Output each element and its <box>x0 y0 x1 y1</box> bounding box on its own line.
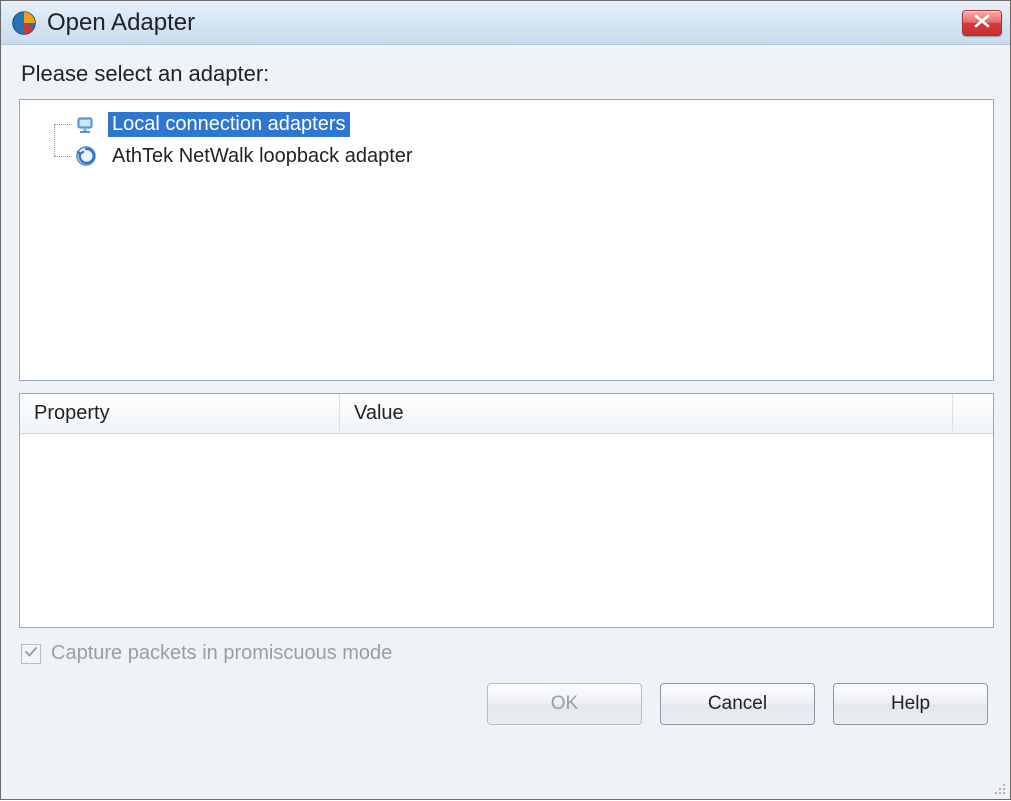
tree-item-local-adapters[interactable]: Local connection adapters <box>24 108 989 140</box>
close-icon <box>974 12 990 33</box>
dialog-body: Please select an adapter: Local connecti… <box>1 45 1010 799</box>
open-adapter-dialog: Open Adapter Please select an adapter: <box>0 0 1011 800</box>
help-button[interactable]: Help <box>833 683 988 725</box>
check-icon <box>24 642 38 665</box>
button-row: OK Cancel Help <box>19 683 994 731</box>
checkbox-label: Capture packets in promiscuous mode <box>51 642 392 665</box>
ok-button[interactable]: OK <box>487 683 642 725</box>
resize-grip-icon[interactable] <box>991 780 1007 796</box>
adapter-tree[interactable]: Local connection adapters AthTek NetWalk… <box>19 99 994 381</box>
app-icon <box>11 10 37 36</box>
column-header-property[interactable]: Property <box>20 394 340 433</box>
adapter-group-icon <box>74 112 98 136</box>
dialog-bottom: Capture packets in promiscuous mode OK C… <box>19 642 994 731</box>
window-title: Open Adapter <box>47 9 962 37</box>
title-bar: Open Adapter <box>1 1 1010 45</box>
cancel-button[interactable]: Cancel <box>660 683 815 725</box>
loopback-adapter-icon <box>74 144 98 168</box>
promiscuous-checkbox: Capture packets in promiscuous mode <box>19 642 994 665</box>
tree-item-label: Local connection adapters <box>108 112 350 137</box>
tree-item-label: AthTek NetWalk loopback adapter <box>108 144 417 169</box>
property-listview: Property Value <box>19 393 994 628</box>
column-header-value[interactable]: Value <box>340 394 953 433</box>
instruction-label: Please select an adapter: <box>21 61 994 87</box>
listview-headers: Property Value <box>20 394 993 434</box>
listview-rows <box>20 434 993 627</box>
close-button[interactable] <box>962 10 1002 36</box>
checkbox-box <box>21 644 41 664</box>
column-header-spacer <box>953 394 993 433</box>
tree-item-loopback[interactable]: AthTek NetWalk loopback adapter <box>24 140 989 172</box>
